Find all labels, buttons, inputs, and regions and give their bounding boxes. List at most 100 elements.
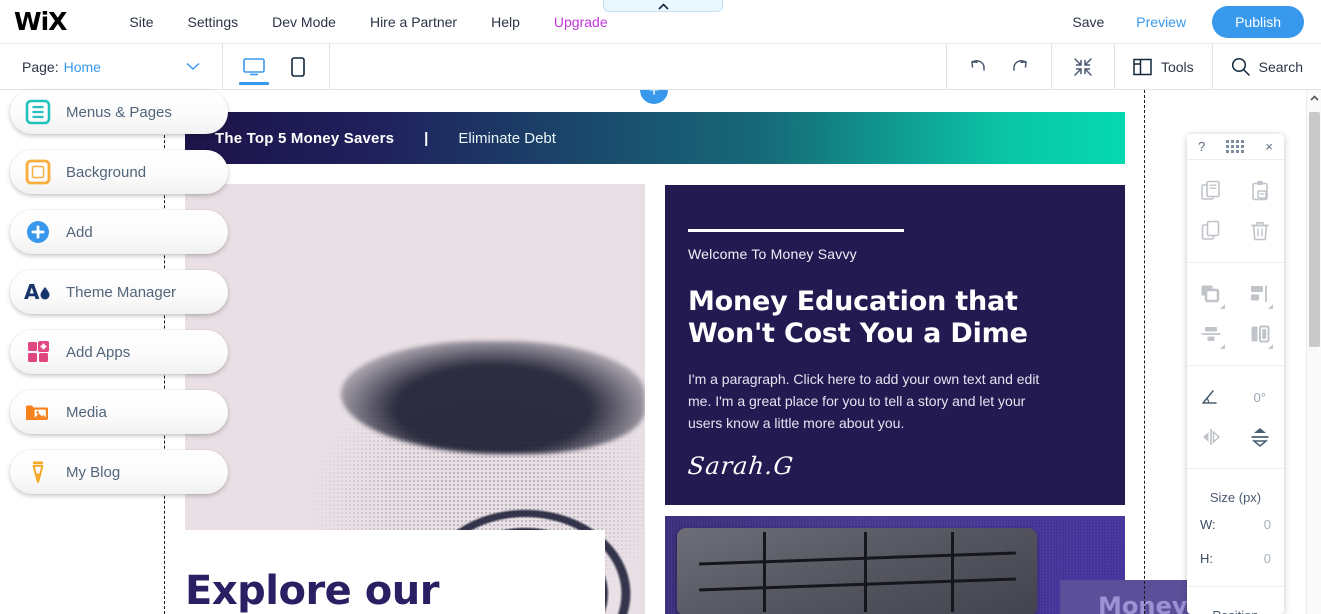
sidebar-item-background[interactable]: Background [10, 150, 228, 194]
desktop-icon [243, 57, 265, 75]
save-button[interactable]: Save [1056, 14, 1120, 30]
width-field[interactable]: W: 0 [1187, 507, 1284, 541]
add-apps-icon [24, 338, 52, 366]
rotate-icon [1202, 390, 1218, 404]
site-banner[interactable]: The Top 5 Money Savers | Eliminate Debt [185, 112, 1125, 164]
match-size-button[interactable] [1236, 314, 1285, 354]
page-selector[interactable]: Page: Home [0, 44, 222, 90]
height-value: 0 [1263, 550, 1271, 566]
duplicate-button[interactable] [1187, 211, 1236, 251]
sidebar-item-menus-pages[interactable]: Menus & Pages [10, 90, 228, 134]
flip-vertical-button[interactable] [1236, 417, 1285, 457]
banner-headline: The Top 5 Money Savers [215, 129, 395, 147]
search-label: Search [1258, 58, 1303, 75]
tools-group: Tools [1115, 44, 1212, 90]
size-section-title: Size (px) [1209, 490, 1262, 505]
welcome-paragraph: I'm a paragraph. Click here to add your … [688, 371, 1040, 431]
mobile-view-button[interactable] [283, 50, 313, 84]
arrange-icon [1201, 285, 1220, 303]
element-toolbar-header: ? × [1187, 134, 1284, 160]
credit-card-chip-image[interactable] [665, 516, 1125, 614]
explore-title: Explore our [185, 568, 439, 614]
chevron-up-icon [657, 3, 669, 10]
copy-button[interactable] [1187, 171, 1236, 211]
toolbar-right-group: Tools Search [945, 43, 1321, 90]
editor-side-panel: Menus & Pages Background Add A Theme Man… [0, 90, 230, 510]
sidebar-item-label: Add [66, 223, 93, 241]
chevron-up-icon [1309, 95, 1319, 101]
wix-logo[interactable]: WiX [14, 7, 67, 36]
collapse-topbar-tab[interactable] [603, 0, 723, 12]
desktop-view-button[interactable] [239, 50, 269, 85]
delete-button[interactable] [1236, 211, 1285, 251]
zoom-out-button[interactable] [1070, 54, 1096, 80]
svg-text:A: A [24, 280, 40, 304]
tools-label: Tools [1160, 58, 1194, 75]
distribute-button[interactable] [1187, 314, 1236, 354]
align-icon [1250, 285, 1267, 302]
tools-icon [1133, 58, 1152, 75]
close-button[interactable]: × [1265, 140, 1273, 153]
flip-vertical-icon [1251, 428, 1269, 447]
sidebar-item-my-blog[interactable]: My Blog [10, 450, 228, 494]
chevron-down-icon [186, 58, 200, 76]
sidebar-item-media[interactable]: Media [10, 390, 228, 434]
undo-button[interactable] [965, 54, 991, 80]
scroll-up-button[interactable] [1307, 90, 1321, 106]
top-nav: Site Settings Dev Mode Hire a Partner He… [112, 14, 624, 30]
preview-button[interactable]: Preview [1120, 14, 1202, 30]
topnav-item-dev-mode[interactable]: Dev Mode [255, 14, 353, 30]
topnav-item-upgrade[interactable]: Upgrade [537, 14, 625, 30]
scrollbar-thumb[interactable] [1309, 112, 1320, 347]
welcome-title-line-1: Money Education that [688, 286, 1018, 317]
paste-button[interactable] [1236, 171, 1285, 211]
welcome-title-line-2: Won't Cost You a Dime [688, 317, 1028, 349]
rotate-button[interactable] [1187, 377, 1236, 417]
welcome-card[interactable]: Welcome To Money Savvy Money Education t… [665, 185, 1125, 505]
topnav-item-site[interactable]: Site [112, 14, 170, 30]
sidebar-item-label: Menus & Pages [66, 103, 172, 121]
drag-handle-icon[interactable] [1226, 140, 1245, 153]
guide-rail-right [1144, 90, 1145, 614]
duplicate-icon [1201, 220, 1220, 240]
help-button[interactable]: ? [1198, 140, 1205, 153]
element-toolbar: ? × 0° Size (px) W: 0 H: 0 [1187, 134, 1284, 614]
flip-horizontal-button[interactable] [1187, 417, 1236, 457]
search-icon [1231, 57, 1250, 76]
welcome-title: Money Education that Won't Cost You a Di… [688, 286, 1081, 349]
height-field[interactable]: H: 0 [1187, 541, 1284, 575]
height-label: H: [1200, 550, 1213, 566]
canvas-scrollbar[interactable] [1306, 90, 1321, 614]
copy-icon [1201, 180, 1221, 200]
rotation-value: 0° [1236, 377, 1285, 417]
topnav-item-settings[interactable]: Settings [171, 14, 256, 30]
page-selector-label: Page: [22, 58, 59, 75]
page-selector-value: Home [63, 58, 101, 75]
sidebar-item-add-apps[interactable]: Add Apps [10, 330, 228, 374]
align-button[interactable] [1236, 274, 1285, 314]
tools-button[interactable]: Tools [1133, 58, 1194, 76]
topnav-item-hire-a-partner[interactable]: Hire a Partner [353, 14, 474, 30]
arrange-button[interactable] [1187, 274, 1236, 314]
sidebar-item-add[interactable]: Add [10, 210, 228, 254]
history-group [947, 44, 1051, 90]
match-size-icon [1251, 325, 1270, 343]
size-group: Size (px) W: 0 H: 0 [1187, 469, 1284, 587]
topnav-item-help[interactable]: Help [474, 14, 537, 30]
top-bar-actions: Save Preview Publish [1056, 5, 1321, 38]
sidebar-item-theme-manager[interactable]: A Theme Manager [10, 270, 228, 314]
publish-button[interactable]: Publish [1212, 5, 1304, 38]
transform-group: 0° [1187, 366, 1284, 469]
divider [329, 43, 330, 90]
rotation-degrees: 0° [1253, 389, 1266, 405]
search-group: Search [1213, 44, 1321, 90]
dropdown-indicator [1268, 304, 1273, 309]
media-icon [24, 398, 52, 426]
paste-icon [1251, 181, 1268, 201]
welcome-signature: Sarah.G [686, 452, 796, 481]
search-button[interactable]: Search [1231, 57, 1303, 76]
add-section-button[interactable]: + [640, 90, 668, 104]
chip-graphic [677, 528, 1037, 614]
dropdown-indicator [1219, 344, 1225, 349]
redo-button[interactable] [1007, 54, 1033, 80]
